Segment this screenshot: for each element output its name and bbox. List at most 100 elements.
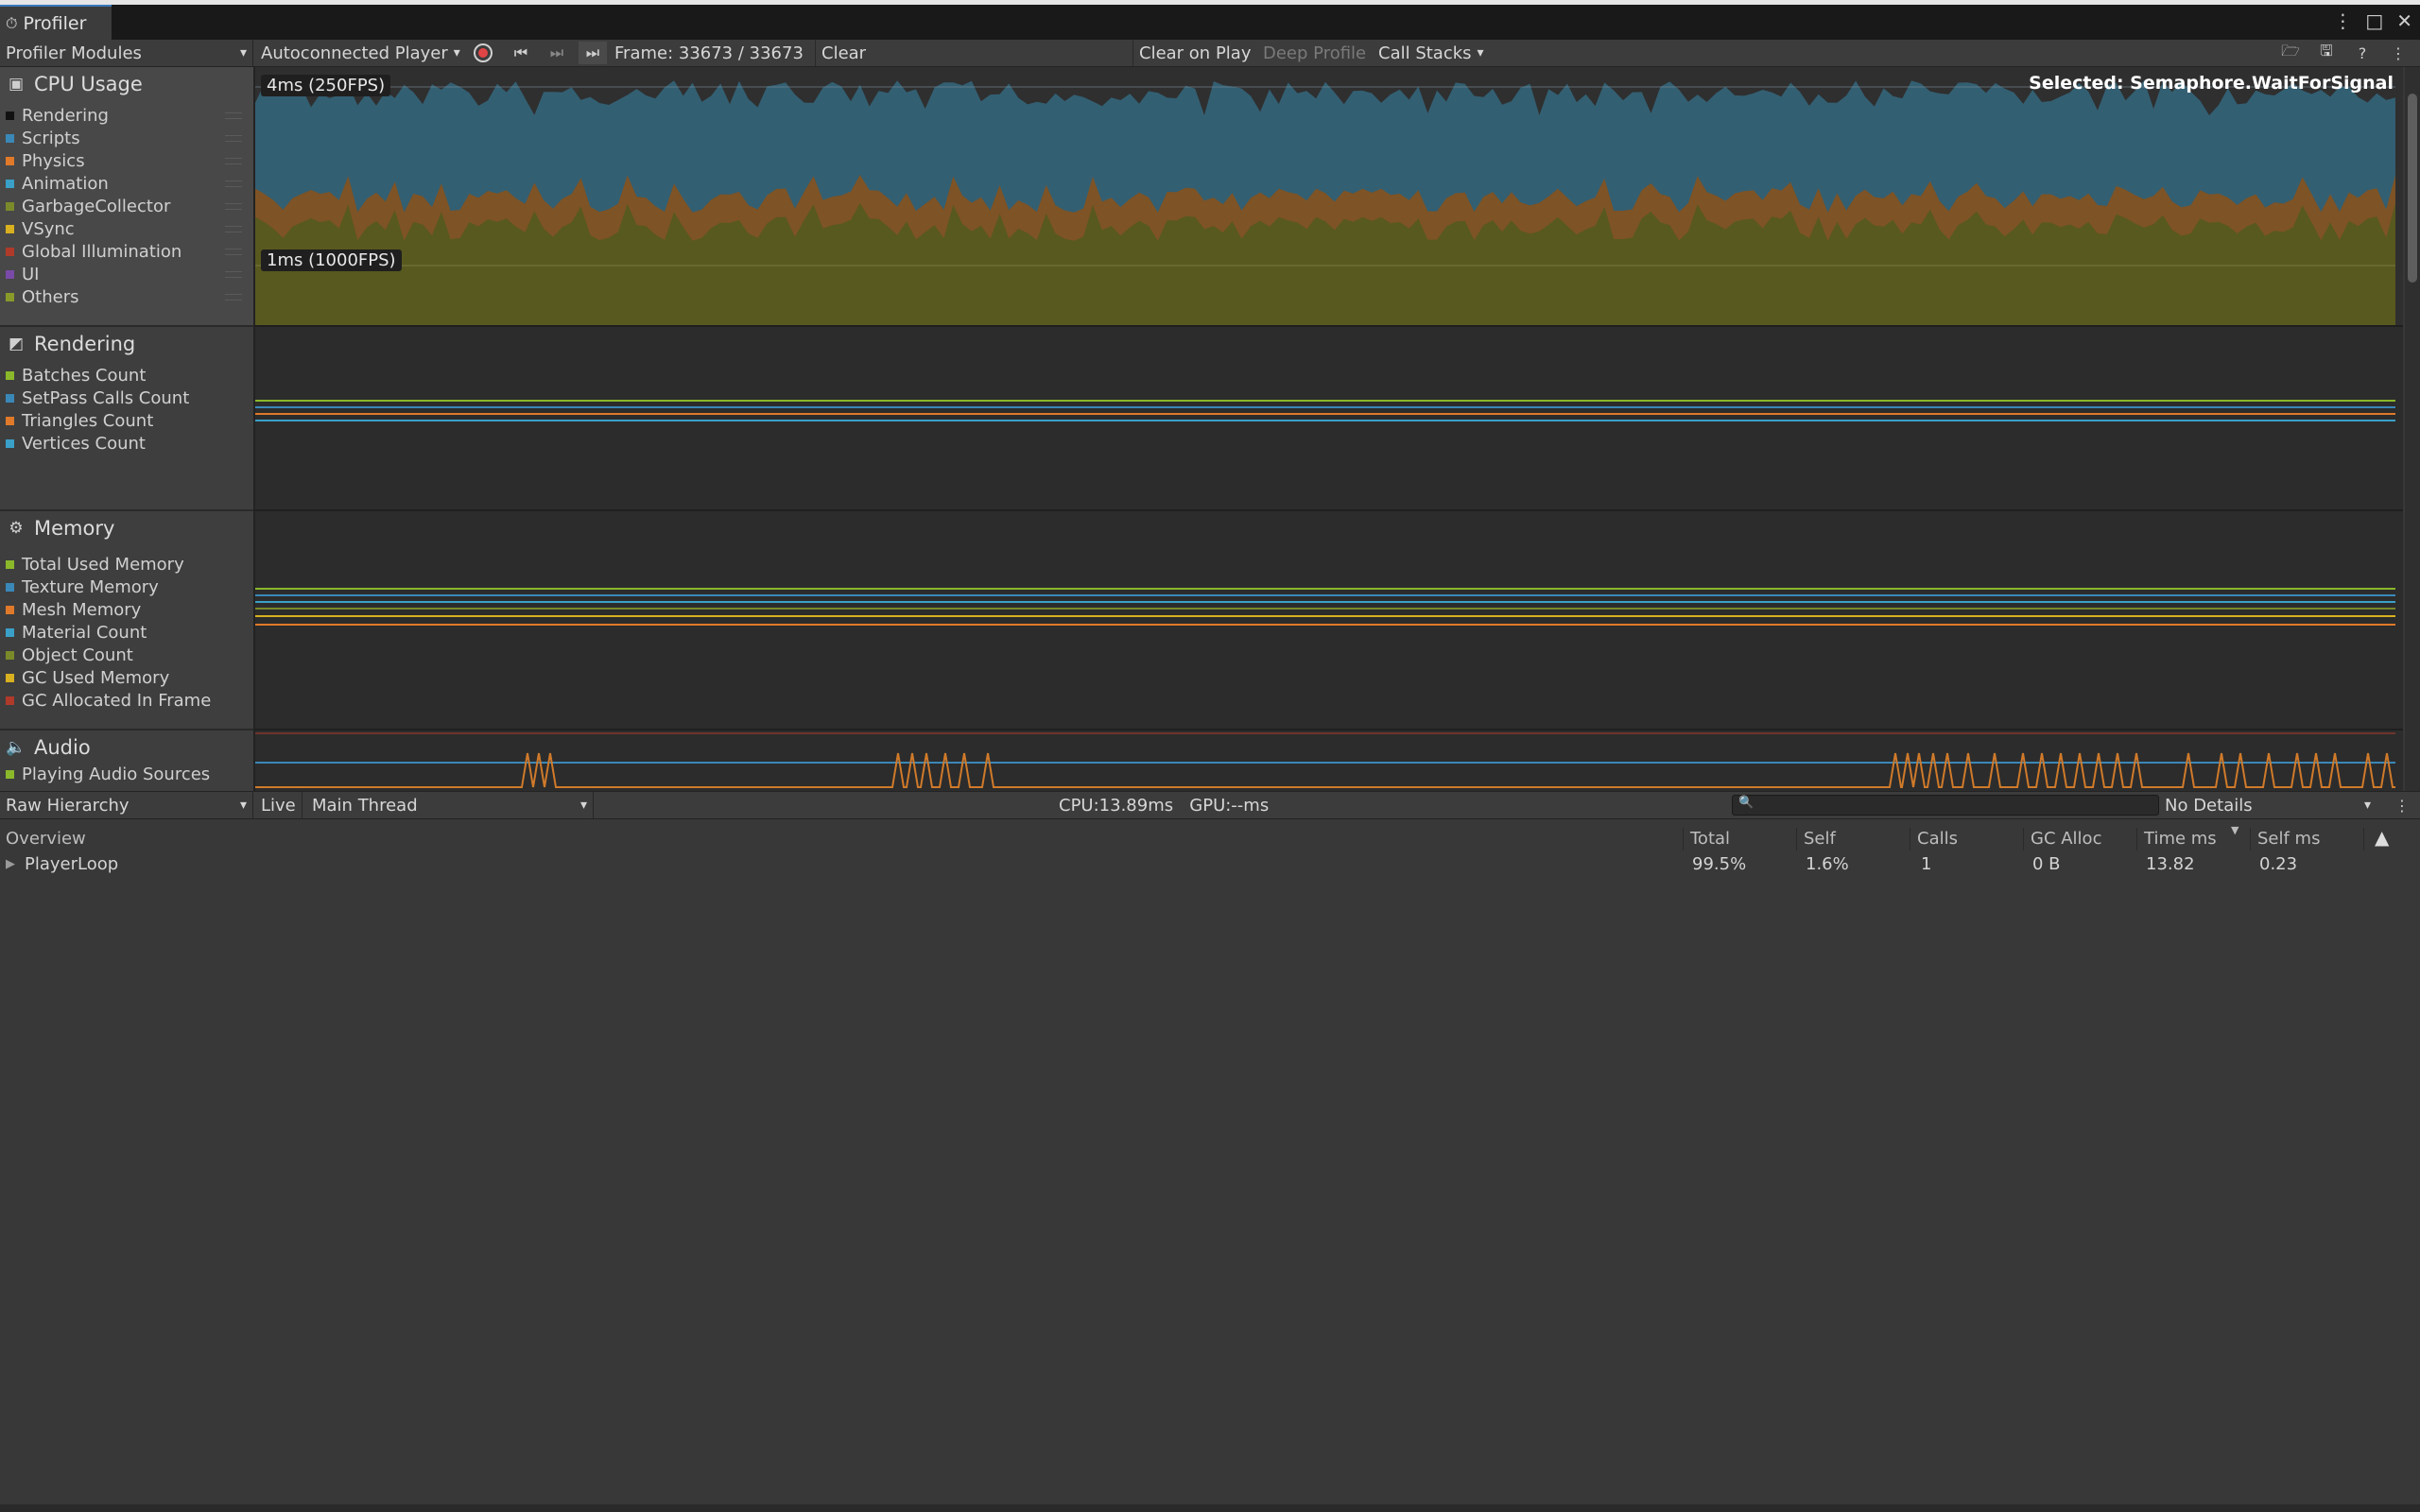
legend-item-rendering[interactable]: Vertices Count — [6, 432, 146, 455]
save-icon: 🖫 — [2320, 41, 2333, 60]
rendering-chart-svg — [255, 400, 2395, 421]
audio-module[interactable]: 🔈 Audio Playing Audio Sources — [0, 730, 253, 791]
kebab-menu-icon: ⋮ — [2391, 43, 2406, 62]
load-button[interactable]: 🗁 — [2276, 42, 2305, 64]
maximize-icon[interactable]: □ — [2365, 9, 2383, 32]
legend-label: Rendering — [22, 105, 109, 126]
cpu-gpu-time: CPU:13.89ms GPU:--ms — [1059, 795, 1270, 816]
legend-label: GarbageCollector — [22, 196, 171, 216]
hierarchy-view-dropdown[interactable]: Raw Hierarchy — [0, 792, 253, 818]
legend-label: Physics — [22, 150, 85, 171]
column-calls[interactable]: Calls — [1917, 828, 1958, 849]
legend-item-cpu[interactable]: Physics — [6, 149, 85, 172]
fps-1000-label: 1ms (1000FPS) — [261, 249, 402, 271]
scrollbar-thumb[interactable] — [2408, 94, 2417, 283]
drag-handle-icon[interactable] — [225, 271, 242, 278]
toolbar-menu-button[interactable]: ⋮ — [2384, 42, 2412, 64]
memory-module[interactable]: ⚙ Memory Total Used Memory Texture Memory M… — [0, 511, 253, 730]
legend-item-memory[interactable]: GC Used Memory — [6, 666, 169, 689]
column-gc-alloc[interactable]: GC Alloc — [2031, 828, 2101, 849]
table-row[interactable]: ▶ PlayerLoop 99.5% 1.6% 1 0 B 13.82 0.23 — [0, 852, 2420, 877]
thread-dropdown[interactable]: Main Thread — [306, 792, 594, 818]
legend-swatch — [6, 627, 14, 637]
profiler-modules-dropdown[interactable]: Profiler Modules — [0, 40, 253, 66]
audio-chart[interactable] — [255, 730, 2403, 791]
cpu-chart-svg — [255, 67, 2403, 325]
memory-chart[interactable] — [255, 511, 2403, 730]
legend-item-cpu[interactable]: GarbageCollector — [6, 195, 170, 217]
rendering-chart[interactable] — [255, 327, 2403, 511]
legend-item-cpu[interactable]: Rendering — [6, 104, 109, 127]
profiler-tab[interactable]: ⏱ Profiler — [0, 5, 112, 41]
legend-item-cpu[interactable]: Global Illumination — [6, 240, 182, 263]
expand-arrow-icon[interactable]: ▶ — [6, 857, 15, 871]
legend-item-cpu[interactable]: Others — [6, 285, 79, 308]
row-time-ms: 13.82 — [2146, 854, 2195, 874]
search-input[interactable]: 🔍 — [1732, 795, 2159, 816]
save-button[interactable]: 🖫 — [2312, 42, 2341, 64]
column-total[interactable]: Total — [1690, 828, 1730, 849]
first-frame-button[interactable]: ⏮ — [507, 42, 535, 64]
column-overview[interactable]: Overview — [6, 828, 86, 849]
clear-button[interactable]: Clear — [815, 40, 872, 66]
legend-item-cpu[interactable]: VSync — [6, 217, 75, 240]
legend-item-memory[interactable]: Object Count — [6, 644, 133, 666]
drag-handle-icon[interactable] — [225, 294, 242, 301]
drag-handle-icon[interactable] — [225, 226, 242, 232]
legend-item-memory[interactable]: Mesh Memory — [6, 598, 141, 621]
cpu-chart[interactable]: 4ms (250FPS) 1ms (1000FPS) Selected: Sem… — [255, 67, 2403, 327]
legend-swatch — [6, 438, 14, 448]
close-icon[interactable]: ✕ — [2396, 9, 2412, 32]
legend-label: GC Used Memory — [22, 667, 170, 688]
legend-item-audio[interactable]: Playing Audio Sources — [6, 763, 210, 785]
legend-item-cpu[interactable]: Scripts — [6, 127, 80, 149]
legend-item-memory[interactable]: Total Used Memory — [6, 553, 184, 576]
help-icon: ? — [2358, 43, 2367, 62]
legend-item-memory[interactable]: Material Count — [6, 621, 147, 644]
cpu-usage-module[interactable]: ▣ CPU Usage Rendering Scripts Physics Animat… — [0, 67, 253, 327]
legend-label: Batches Count — [22, 365, 147, 386]
legend-item-cpu[interactable]: UI — [6, 263, 39, 285]
window-controls: ⋮ □ ✕ — [2333, 9, 2412, 32]
kebab-menu-icon[interactable]: ⋮ — [2333, 9, 2352, 32]
next-frame-button[interactable]: ⏭ — [543, 42, 571, 64]
folder-icon: 🗁 — [2281, 41, 2300, 60]
live-toggle[interactable]: Live — [255, 792, 302, 818]
drag-handle-icon[interactable] — [225, 203, 242, 210]
details-dropdown[interactable]: No Details — [2159, 792, 2377, 818]
legend-item-memory[interactable]: GC Allocated In Frame — [6, 689, 211, 712]
legend-item-rendering[interactable]: SetPass Calls Count — [6, 387, 189, 409]
legend-label: Material Count — [22, 622, 147, 643]
legend-label: GC Allocated In Frame — [22, 690, 212, 711]
call-stacks-dropdown[interactable]: Call Stacks — [1373, 40, 1490, 66]
drag-handle-icon[interactable] — [225, 249, 242, 255]
column-time-ms[interactable]: Time ms — [2144, 828, 2217, 849]
record-button[interactable] — [469, 42, 497, 64]
drag-handle-icon[interactable] — [225, 158, 242, 164]
rendering-module[interactable]: ◩ Rendering Batches Count SetPass Calls Co… — [0, 327, 253, 511]
legend-label: Animation — [22, 173, 109, 194]
legend-item-cpu[interactable]: Animation — [6, 172, 109, 195]
help-button[interactable]: ? — [2348, 42, 2377, 64]
sort-descending-icon: ▼ — [2231, 824, 2239, 836]
window-titlebar — [0, 5, 2420, 41]
tab-title: Profiler — [23, 13, 87, 34]
clear-on-play-button[interactable]: Clear on Play — [1132, 40, 1256, 66]
column-self-ms[interactable]: Self ms — [2257, 828, 2320, 849]
hierarchy-view-label: Raw Hierarchy — [6, 795, 130, 816]
details-menu-button[interactable]: ⋮ — [2388, 794, 2416, 816]
target-selector-dropdown[interactable]: Autoconnected Player — [255, 40, 466, 66]
row-self-ms: 0.23 — [2259, 854, 2298, 874]
audio-chart-svg — [255, 732, 2395, 788]
drag-handle-icon[interactable] — [225, 180, 242, 187]
legend-item-rendering[interactable]: Triangles Count — [6, 409, 153, 432]
drag-handle-icon[interactable] — [225, 112, 242, 119]
column-self[interactable]: Self — [1804, 828, 1836, 849]
deep-profile-button[interactable]: Deep Profile — [1257, 40, 1372, 66]
legend-item-memory[interactable]: Texture Memory — [6, 576, 159, 598]
current-frame-button[interactable]: ⏭ — [579, 42, 607, 64]
legend-item-rendering[interactable]: Batches Count — [6, 364, 146, 387]
drag-handle-icon[interactable] — [225, 135, 242, 142]
warning-icon[interactable]: ▲ — [2375, 826, 2389, 849]
charts-scrollbar[interactable] — [2405, 67, 2420, 791]
